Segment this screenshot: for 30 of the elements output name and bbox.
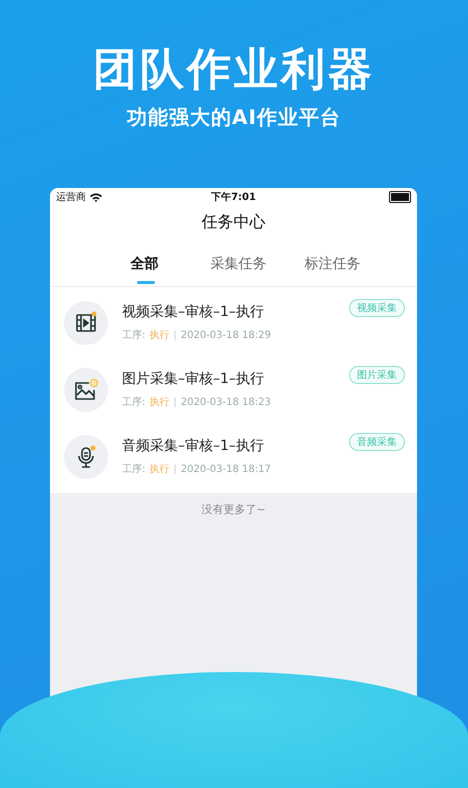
separator: | xyxy=(173,396,177,408)
step-value: 执行 xyxy=(149,396,170,409)
task-time: 2020-03-18 18:17 xyxy=(180,464,271,474)
task-tag: 视频采集 xyxy=(349,299,405,317)
task-title[interactable]: 音频采集–审核–1–执行 xyxy=(122,437,349,455)
tab[interactable]: 全部 xyxy=(98,242,192,286)
carrier: 运营商 xyxy=(56,190,86,204)
step-value: 执行 xyxy=(149,328,170,342)
subtitle: 功能强大的AI作业平台 xyxy=(127,104,341,131)
end-of-list-note: 没有更多了~ xyxy=(201,502,266,517)
task-title[interactable]: 图片采集–审核–1–执行 xyxy=(122,370,349,388)
task-item[interactable]: 视频采集–审核–1–执行 工序: 执行 | 2020-03-18 18:29 视频采集 xyxy=(50,289,417,356)
task-tag: 图片采集 xyxy=(349,366,405,384)
step-label: 工序: xyxy=(122,396,146,409)
status-time: 下午7:01 xyxy=(211,192,256,203)
task-time: 2020-03-18 18:23 xyxy=(180,396,271,408)
screen-title: 任务中心 xyxy=(200,212,266,233)
task-item[interactable]: 图片采集–审核–1–执行 工序: 执行 | 2020-03-18 18:23 图片采集 xyxy=(50,356,417,423)
step-label: 工序: xyxy=(122,328,146,342)
task-time: 2020-03-18 18:29 xyxy=(180,330,271,340)
task-tag: 音频采集 xyxy=(349,433,405,451)
tab[interactable]: 标注任务 xyxy=(286,242,380,286)
separator: | xyxy=(173,464,177,474)
tab[interactable]: 采集任务 xyxy=(192,242,286,286)
step-label: 工序: xyxy=(122,462,146,476)
headline: 团队作业利器 xyxy=(93,44,375,96)
task-item[interactable]: 音频采集–审核–1–执行 工序: 执行 | 2020-03-18 18:17 音频采集 xyxy=(50,423,417,490)
task-title[interactable]: 视频采集–审核–1–执行 xyxy=(122,303,349,321)
separator: | xyxy=(173,330,177,340)
step-value: 执行 xyxy=(149,462,170,476)
